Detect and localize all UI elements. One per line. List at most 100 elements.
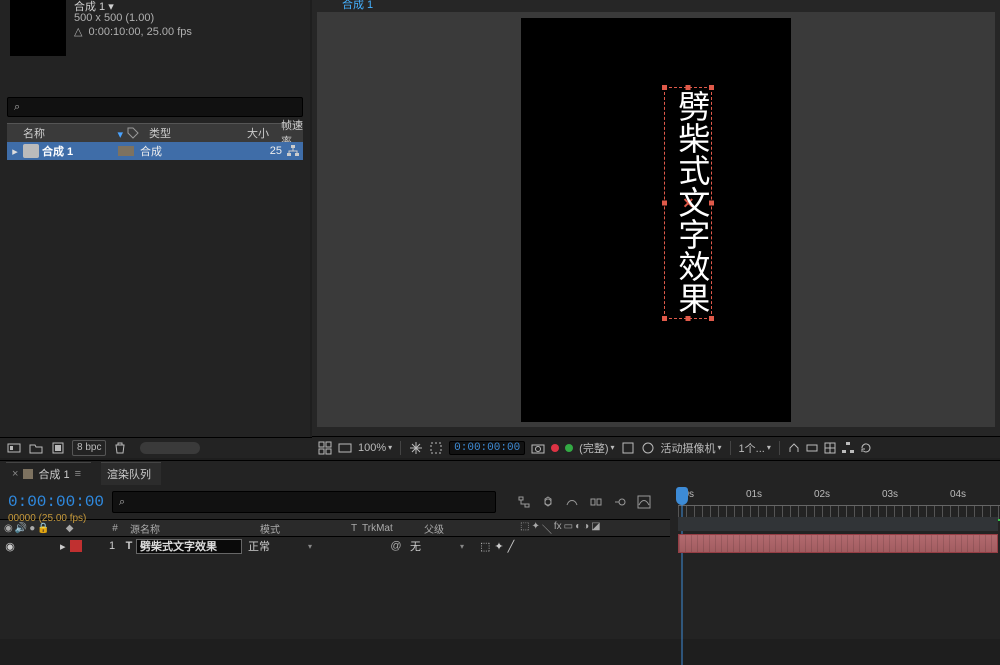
camera-dropdown[interactable]: 活动摄像机 ▾ [661,440,722,456]
comp-mini-flowchart-icon[interactable] [516,494,532,510]
motion-blur-icon[interactable] [612,494,628,510]
playhead[interactable] [676,487,688,505]
collapse-toggle[interactable]: ✦ [494,540,503,553]
switches-header-2: ⬚ ✦ ＼ fx ▭ ◐ ◑ ◪ [514,521,670,536]
tab-menu-icon[interactable]: ≡ [75,468,81,480]
preview-area[interactable]: ✕ 劈柴式文字效果 [317,12,995,427]
col-index[interactable]: # [102,523,128,534]
new-comp-icon[interactable] [50,440,66,456]
fast-preview-icon[interactable] [824,442,836,454]
col-mode[interactable]: 模式 [258,521,346,536]
handle-bm[interactable] [686,316,691,321]
solo-switch-icon: ● [29,523,35,534]
handle-br[interactable] [709,316,714,321]
separator [400,441,401,455]
caret-down-icon: ▾ [611,443,615,452]
layer-mode[interactable]: 正常 [242,538,308,554]
caret-down-icon[interactable]: ▾ [308,542,322,551]
draft-3d-icon[interactable] [540,494,556,510]
hide-shy-icon[interactable] [564,494,580,510]
col-t[interactable]: T [346,523,362,534]
footer-slider[interactable] [140,442,200,454]
close-icon[interactable]: × [12,468,18,480]
quality-icon: fx [554,521,562,536]
toggle-alpha-icon[interactable] [338,441,352,455]
share-icon[interactable] [788,442,800,454]
col-source[interactable]: 源名称 [128,521,258,536]
layer-label-swatch[interactable] [70,540,82,552]
handle-tl[interactable] [662,85,667,90]
caret-down-icon[interactable]: ▾ [460,542,474,551]
layer-name-input[interactable] [136,539,242,554]
flowchart-icon[interactable] [287,145,299,157]
col-parent[interactable]: 父级 [420,521,514,536]
resolution-value: (完整) [579,440,608,456]
ruler-tick: 03s [882,489,898,500]
project-item-label-swatch[interactable] [118,146,134,156]
roi-icon[interactable] [429,441,443,455]
expand-layer-icon[interactable]: ▸ [60,540,66,553]
motion-blur-col-icon: ◐ [575,521,581,536]
timeline-ruler[interactable]: 00s 01s 02s 03s 04s [678,487,1000,517]
timeline-icon[interactable] [842,442,854,454]
layer-switches-2: ⬚ ✦ ╱ [474,540,670,553]
pixel-aspect-icon[interactable] [806,442,818,454]
graph-editor-icon[interactable] [636,494,652,510]
caret-down-icon: ▾ [388,443,392,452]
sort-caret-icon[interactable]: ▾ [117,128,123,141]
preview-timecode[interactable]: 0:00:00:00 [449,441,525,455]
channel-green-icon[interactable] [565,444,573,452]
composition-preview[interactable]: ✕ 劈柴式文字效果 [521,18,791,422]
video-toggle-icon[interactable]: ◉ [4,540,16,553]
text-layer-content[interactable]: 劈柴式文字效果 [670,90,708,314]
color-depth-button[interactable]: 8 bpc [72,440,106,456]
views-value: 1个... [739,440,765,456]
timeline-tab-comp[interactable]: × 合成 1 ≡ [6,462,91,485]
views-dropdown[interactable]: 1个... ▾ [739,440,771,456]
mask-icon[interactable] [641,441,655,455]
col-type[interactable]: 类型 [143,125,229,141]
timeline-layer-row[interactable]: ◉ ▸ 1 T 正常 ▾ @ 无 ▾ ⬚ ✦ ╱ [0,537,670,555]
grid-icon[interactable] [318,441,332,455]
resolution-dropdown[interactable]: (完整) ▾ [579,440,614,456]
handle-ml[interactable] [662,201,667,206]
frame-blend-icon[interactable] [588,494,604,510]
timeline-search-input[interactable]: ⌕ [112,491,496,513]
trash-icon[interactable] [112,440,128,456]
parent-pickwhip-icon[interactable]: @ [386,540,406,552]
current-timecode[interactable]: 0:00:00:00 [8,493,108,511]
expand-icon[interactable]: ▸ [7,145,23,158]
label-col-icon: ◆ [66,523,74,534]
resolution-icon[interactable] [409,441,423,455]
project-item-row[interactable]: ▸ 合成 1 合成 25 [7,142,303,160]
channel-red-icon[interactable] [551,444,559,452]
timecode-block[interactable]: 0:00:00:00 00000 (25.00 fps) [0,493,108,511]
search-icon: ⌕ [14,97,20,117]
ruler-tick: 02s [814,489,830,500]
refresh-icon[interactable] [860,442,872,454]
zoom-dropdown[interactable]: 100% ▾ [358,442,392,454]
timeline-icon-bar [516,494,652,510]
col-trkmat[interactable]: TrkMat [362,523,420,534]
layer-duration-bar[interactable] [678,534,998,553]
snapshot-icon[interactable] [531,441,545,455]
comp-background [521,18,791,422]
layer-parent[interactable]: 无 [406,538,460,554]
quality-toggle[interactable]: ╱ [508,540,515,553]
col-name[interactable]: 名称 ▾ [7,125,127,141]
col-label-icon[interactable] [127,127,143,139]
work-area-bar[interactable] [678,517,998,531]
text-layer-bounding-box[interactable]: ✕ 劈柴式文字效果 [664,87,712,319]
transparency-grid-icon[interactable] [621,441,635,455]
lock-switch-icon: 🔒 [37,523,49,534]
ruler-tick: 04s [950,489,966,500]
handle-bl[interactable] [662,316,667,321]
new-folder-icon[interactable] [28,440,44,456]
project-search-input[interactable]: ⌕ [7,97,303,117]
col-size[interactable]: 大小 [229,125,275,141]
timeline-tab-render-queue[interactable]: 渲染队列 [101,462,161,485]
interpret-footage-icon[interactable] [6,440,22,456]
3d-icon: ◪ [591,521,600,536]
shy-toggle[interactable]: ⬚ [480,540,490,553]
comp-thumbnail[interactable] [10,0,66,56]
